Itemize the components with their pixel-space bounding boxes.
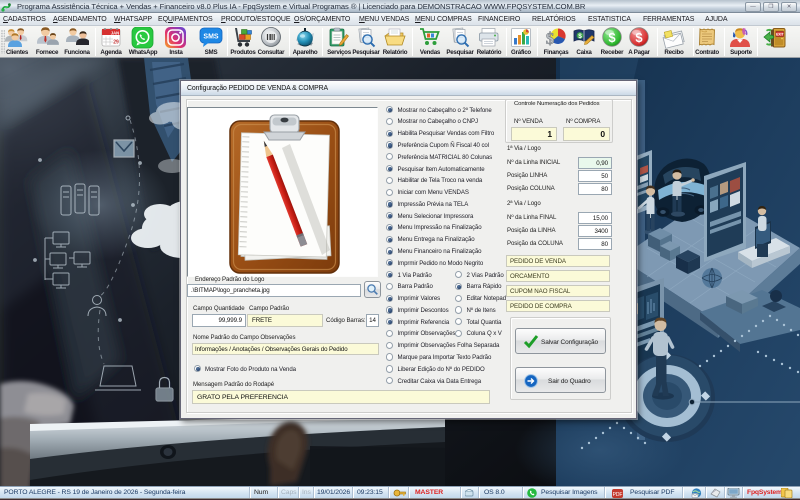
svg-text:$: $ (546, 29, 555, 48)
svg-text:JAN: JAN (111, 30, 119, 35)
svg-text:SMS: SMS (203, 34, 219, 41)
svg-text:29: 29 (113, 40, 119, 46)
svg-text:PDF: PDF (613, 491, 623, 497)
svg-text:EXIT: EXIT (776, 32, 784, 36)
svg-text:$: $ (578, 33, 582, 40)
svg-text:$: $ (608, 30, 616, 45)
svg-text:$: $ (635, 30, 643, 45)
